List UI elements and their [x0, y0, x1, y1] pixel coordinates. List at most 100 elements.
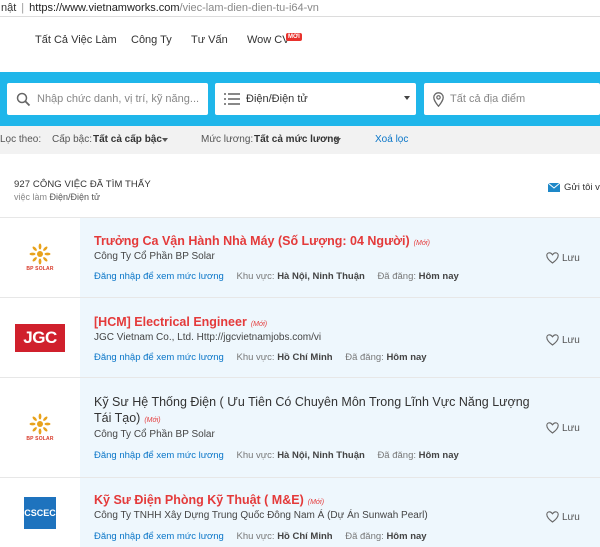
results-sub-prefix: việc làm [14, 192, 48, 202]
address-host: https://www.vietnamworks.com [29, 2, 180, 14]
new-tag: (Mới) [250, 321, 268, 328]
heart-icon [546, 334, 559, 346]
top-nav: Tất Cả Việc Làm Công Ty Tư Vấn Wow CV MỚ… [0, 18, 600, 72]
save-label: Lưu [562, 334, 580, 346]
map-pin-icon [433, 91, 444, 107]
filter-bar: Lọc theo: Cấp bậc: Tất cả cấp bậc Mức lư… [0, 126, 600, 154]
email-alert-label: Gửi tôi v [564, 182, 600, 193]
company-logo[interactable]: CSCEC [0, 478, 80, 547]
nav-advice[interactable]: Tư Vấn [191, 34, 228, 46]
results-count: 927 CÔNG VIỆC ĐÃ TÌM THẤY [14, 179, 151, 190]
job-title-link[interactable]: [HCM] Electrical Engineer (Mới) [94, 314, 534, 333]
company-name-link[interactable]: Công Ty TNHH Xây Dựng Trung Quốc Đông Na… [94, 510, 428, 521]
login-salary-link[interactable]: Đăng nhập để xem mức lương [94, 450, 224, 461]
sun-icon [29, 243, 51, 265]
posted-value: Hôm nay [386, 352, 427, 363]
category-value: Điện/Điện tử [246, 93, 308, 105]
job-title: Trưởng Ca Vận Hành Nhà Máy (Số Lượng: 04… [94, 234, 410, 248]
heart-icon [546, 511, 559, 523]
mail-icon [548, 183, 560, 192]
job-title-link[interactable]: Kỹ Sư Hệ Thống Điện ( Ưu Tiên Có Chuyên … [94, 394, 534, 429]
logo-text: BP SOLAR [26, 436, 54, 442]
nav-all-jobs[interactable]: Tất Cả Việc Làm [35, 34, 117, 46]
level-filter-label[interactable]: Cấp bậc: [52, 134, 92, 145]
keyword-search-input[interactable]: Nhập chức danh, vị trí, kỹ năng... [7, 83, 208, 115]
category-select[interactable]: Điện/Điện tử [215, 83, 416, 115]
nav-wow-cv[interactable]: Wow CV [247, 34, 290, 46]
company-logo[interactable]: BP SOLAR [0, 218, 80, 297]
area-value: Hồ Chí Minh [277, 352, 333, 363]
new-tag: (Mới) [307, 499, 325, 506]
save-job-button[interactable]: Lưu [546, 334, 580, 346]
area-value: Hà Nội, Ninh Thuận [277, 271, 365, 282]
chevron-down-icon[interactable] [162, 138, 168, 142]
job-row[interactable]: CSCEC Kỹ Sư Điện Phòng Kỹ Thuật ( M&E) (M… [0, 477, 600, 547]
salary-filter-label[interactable]: Mức lương: [201, 134, 253, 145]
login-salary-link[interactable]: Đăng nhập để xem mức lương [94, 531, 224, 542]
address-bar[interactable]: nật | https://www.vietnamworks.com/viec-… [0, 0, 600, 17]
posted-label: Đã đăng: [345, 531, 384, 542]
save-job-button[interactable]: Lưu [546, 252, 580, 264]
logo-text: BP SOLAR [26, 266, 54, 272]
area-value: Hà Nội, Ninh Thuận [277, 450, 365, 461]
login-salary-link[interactable]: Đăng nhập để xem mức lương [94, 271, 224, 282]
salary-filter-value[interactable]: Tất cả mức lương [254, 134, 340, 145]
keyword-placeholder: Nhập chức danh, vị trí, kỹ năng... [37, 93, 200, 105]
login-salary-link[interactable]: Đăng nhập để xem mức lương [94, 352, 224, 363]
new-tag: (Mới) [144, 417, 161, 424]
company-logo[interactable]: JGC [0, 298, 80, 377]
security-label: nật [1, 2, 17, 14]
cscec-logo-text: CSCEC [24, 496, 56, 529]
posted-value: Hôm nay [418, 271, 459, 282]
job-meta: Đăng nhập để xem mức lương Khu vực: Hà N… [94, 271, 459, 282]
save-job-button[interactable]: Lưu [546, 511, 580, 523]
save-label: Lưu [562, 422, 580, 434]
job-title: [HCM] Electrical Engineer [94, 315, 247, 329]
company-name-link[interactable]: JGC Vietnam Co., Ltd. Http://jgcvietnamj… [94, 332, 321, 343]
sun-icon [29, 413, 51, 435]
list-icon [224, 93, 240, 105]
posted-value: Hôm nay [418, 450, 459, 461]
company-name-link[interactable]: Công Ty Cổ Phần BP Solar [94, 251, 215, 262]
area-label: Khu vực: [236, 271, 275, 282]
area-label: Khu vực: [236, 352, 275, 363]
chevron-down-icon[interactable] [335, 138, 341, 142]
email-alert-button[interactable]: Gửi tôi v [548, 182, 600, 193]
save-job-button[interactable]: Lưu [546, 422, 580, 434]
job-row[interactable]: BP SOLAR Trưởng Ca Vận Hành Nhà Máy (Số … [0, 217, 600, 297]
job-title: Kỹ Sư Điện Phòng Kỹ Thuật ( M&E) [94, 493, 304, 507]
level-filter-value[interactable]: Tất cả cấp bậc [93, 134, 162, 145]
new-badge: MỚI [286, 33, 302, 41]
search-bar: Nhập chức danh, vị trí, kỹ năng... Điện/… [0, 72, 600, 126]
company-name-link[interactable]: Công Ty Cổ Phần BP Solar [94, 429, 215, 440]
heart-icon [546, 252, 559, 264]
jgc-logo-text: JGC [15, 323, 65, 352]
save-label: Lưu [562, 252, 580, 264]
posted-label: Đã đăng: [345, 352, 384, 363]
posted-label: Đã đăng: [377, 271, 416, 282]
results-sub-category: Điện/Điện tử [49, 192, 101, 202]
heart-icon [546, 422, 559, 434]
area-label: Khu vực: [236, 450, 275, 461]
job-meta: Đăng nhập để xem mức lương Khu vực: Hồ C… [94, 352, 427, 363]
job-meta: Đăng nhập để xem mức lương Khu vực: Hồ C… [94, 531, 427, 542]
results-subtitle: việc làm Điện/Điện tử [14, 192, 100, 202]
results-header: 927 CÔNG VIỆC ĐÃ TÌM THẤY việc làm Điện/… [0, 164, 600, 210]
job-row[interactable]: JGC [HCM] Electrical Engineer (Mới) JGC V… [0, 297, 600, 377]
location-select[interactable]: Tất cả địa điểm [424, 83, 600, 115]
job-title-link[interactable]: Kỹ Sư Điện Phòng Kỹ Thuật ( M&E) (Mới) [94, 492, 534, 511]
filter-label: Lọc theo: [0, 134, 42, 145]
clear-filter-link[interactable]: Xoá lọc [375, 134, 408, 145]
location-placeholder: Tất cả địa điểm [450, 93, 526, 105]
posted-value: Hôm nay [386, 531, 427, 542]
search-icon [16, 92, 31, 107]
new-tag: (Mới) [413, 240, 430, 247]
job-row[interactable]: BP SOLAR Kỹ Sư Hệ Thống Điện ( Ưu Tiên C… [0, 377, 600, 477]
save-label: Lưu [562, 511, 580, 523]
job-title-link[interactable]: Trưởng Ca Vận Hành Nhà Máy (Số Lượng: 04… [94, 233, 534, 252]
area-label: Khu vực: [236, 531, 275, 542]
posted-label: Đã đăng: [377, 450, 416, 461]
nav-companies[interactable]: Công Ty [131, 34, 172, 46]
address-path: /viec-lam-dien-dien-tu-i64-vn [179, 2, 319, 14]
company-logo[interactable]: BP SOLAR [0, 378, 80, 477]
